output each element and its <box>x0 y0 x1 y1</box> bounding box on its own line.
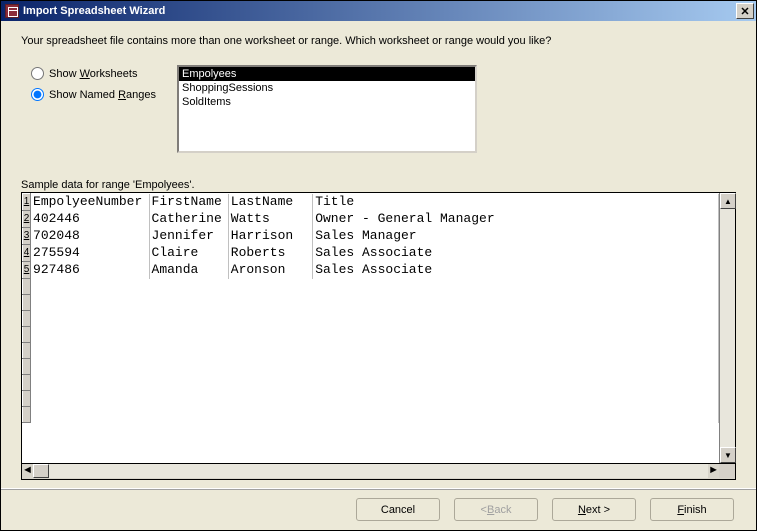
table-cell: Catherine <box>149 211 228 228</box>
table-cell: Roberts <box>228 245 312 262</box>
table-cell: Title <box>313 194 719 211</box>
radio-group: Show Worksheets Show Named Ranges <box>21 65 177 109</box>
next-button[interactable]: Next > <box>552 498 636 521</box>
table-row: 2402446CatherineWattsOwner - General Man… <box>23 211 719 228</box>
grid-table: 1EmpolyeeNumberFirstNameLastNameTitle240… <box>22 193 719 463</box>
table-cell: Sales Associate <box>313 245 719 262</box>
table-row-empty <box>23 295 719 311</box>
prompt-text: Your spreadsheet file contains more than… <box>21 35 736 47</box>
button-row: Cancel < Back Next > Finish <box>1 488 756 530</box>
table-row-empty <box>23 359 719 375</box>
table-cell <box>31 359 719 375</box>
scroll-down-icon[interactable]: ▼ <box>720 447 736 463</box>
table-header-row: 1EmpolyeeNumberFirstNameLastNameTitle <box>23 194 719 211</box>
table-cell <box>31 391 719 407</box>
range-listbox[interactable]: EmpolyeesShoppingSessionsSoldItems <box>177 65 477 153</box>
hscroll-thumb[interactable] <box>33 464 49 478</box>
vertical-scrollbar[interactable]: ▲ ▼ <box>719 193 735 463</box>
table-cell: Owner - General Manager <box>313 211 719 228</box>
scrollbar-corner <box>719 464 735 478</box>
table-row-empty <box>23 311 719 327</box>
scroll-right-icon[interactable]: ► <box>708 464 719 479</box>
table-row: 4275594ClaireRobertsSales Associate <box>23 245 719 262</box>
table-cell: EmpolyeeNumber <box>31 194 150 211</box>
row-number <box>23 327 31 343</box>
table-cell: FirstName <box>149 194 228 211</box>
table-cell: 402446 <box>31 211 150 228</box>
table-cell: 702048 <box>31 228 150 245</box>
radio-worksheets-label: Show Worksheets <box>49 68 137 80</box>
table-cell: Amanda <box>149 262 228 279</box>
close-button[interactable]: ✕ <box>736 3 754 19</box>
row-number <box>23 407 31 423</box>
table-cell: 927486 <box>31 262 150 279</box>
table-cell: Claire <box>149 245 228 262</box>
table-cell <box>31 407 719 423</box>
options-row: Show Worksheets Show Named Ranges Empoly… <box>21 65 736 153</box>
row-number <box>23 279 31 295</box>
row-number <box>23 391 31 407</box>
app-icon <box>5 4 19 18</box>
table-cell: 275594 <box>31 245 150 262</box>
table-row: 3702048JenniferHarrisonSales Manager <box>23 228 719 245</box>
table-cell <box>31 311 719 327</box>
table-cell <box>31 279 719 295</box>
row-number <box>23 359 31 375</box>
window-title: Import Spreadsheet Wizard <box>23 5 736 17</box>
back-button[interactable]: < Back <box>454 498 538 521</box>
row-number: 4 <box>23 245 31 262</box>
row-number <box>23 343 31 359</box>
scroll-left-icon[interactable]: ◄ <box>22 464 33 479</box>
row-number: 2 <box>23 211 31 228</box>
table-row-empty <box>23 375 719 391</box>
table-row-empty <box>23 391 719 407</box>
wizard-window: Import Spreadsheet Wizard ✕ Your spreads… <box>0 0 757 531</box>
radio-worksheets-input[interactable] <box>31 67 44 80</box>
row-number <box>23 311 31 327</box>
table-cell: Aronson <box>228 262 312 279</box>
table-cell: LastName <box>228 194 312 211</box>
finish-button[interactable]: Finish <box>650 498 734 521</box>
table-cell <box>31 327 719 343</box>
horizontal-scrollbar[interactable]: ◄ ► <box>21 464 736 480</box>
table-row-empty <box>23 279 719 295</box>
row-number: 3 <box>23 228 31 245</box>
row-number: 1 <box>23 194 31 211</box>
table-cell <box>31 295 719 311</box>
listbox-item[interactable]: Empolyees <box>179 67 475 81</box>
scroll-up-icon[interactable]: ▲ <box>720 193 736 209</box>
row-number <box>23 295 31 311</box>
hscroll-track[interactable] <box>49 464 708 478</box>
table-cell: Watts <box>228 211 312 228</box>
sample-grid: 1EmpolyeeNumberFirstNameLastNameTitle240… <box>21 192 736 480</box>
table-row: 5927486AmandaAronsonSales Associate <box>23 262 719 279</box>
row-number <box>23 375 31 391</box>
sample-data-label: Sample data for range 'Empolyees'. <box>21 179 736 191</box>
table-row-empty <box>23 327 719 343</box>
content-area: Your spreadsheet file contains more than… <box>1 21 756 488</box>
cancel-button[interactable]: Cancel <box>356 498 440 521</box>
radio-show-named-ranges[interactable]: Show Named Ranges <box>31 88 177 101</box>
row-number: 5 <box>23 262 31 279</box>
table-row-empty <box>23 407 719 423</box>
listbox-item[interactable]: ShoppingSessions <box>179 81 475 95</box>
table-cell: Sales Manager <box>313 228 719 245</box>
grid-body: 1EmpolyeeNumberFirstNameLastNameTitle240… <box>21 192 736 464</box>
radio-show-worksheets[interactable]: Show Worksheets <box>31 67 177 80</box>
vscroll-track[interactable] <box>720 209 735 447</box>
listbox-item[interactable]: SoldItems <box>179 95 475 109</box>
table-cell: Jennifer <box>149 228 228 245</box>
radio-ranges-label: Show Named Ranges <box>49 89 156 101</box>
radio-ranges-input[interactable] <box>31 88 44 101</box>
table-cell: Harrison <box>228 228 312 245</box>
table-cell <box>31 375 719 391</box>
close-icon: ✕ <box>740 5 749 18</box>
table-cell <box>31 343 719 359</box>
table-row-empty <box>23 343 719 359</box>
titlebar: Import Spreadsheet Wizard ✕ <box>1 1 756 21</box>
table-cell: Sales Associate <box>313 262 719 279</box>
